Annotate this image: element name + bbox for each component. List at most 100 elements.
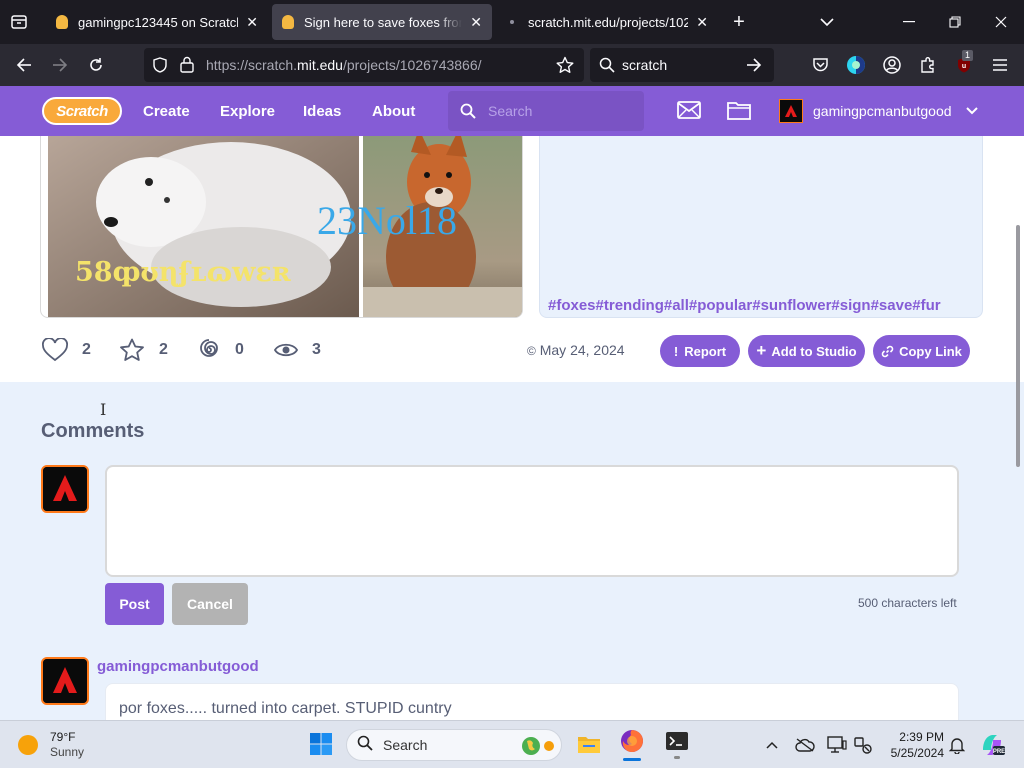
scratch-header: Scratch Create Explore Ideas About Searc… bbox=[0, 86, 1024, 136]
file-explorer-taskbar-icon[interactable] bbox=[576, 731, 602, 757]
firefox-taskbar-icon[interactable] bbox=[618, 727, 646, 763]
clock-date: 5/25/2024 bbox=[890, 746, 944, 760]
tab-overview-icon[interactable] bbox=[8, 11, 30, 33]
search-icon bbox=[599, 57, 615, 78]
close-tab-icon[interactable]: ✕ bbox=[470, 14, 482, 31]
copy-link-label: Copy Link bbox=[899, 343, 962, 359]
project-thumbnail[interactable]: 58ȹʊɳʄʟɷwɛʀ 23Nol18 bbox=[40, 136, 523, 318]
extensions-puzzle-icon[interactable] bbox=[912, 44, 944, 86]
characters-left: 500 characters left bbox=[858, 596, 957, 610]
nav-about-link[interactable]: About bbox=[372, 86, 415, 136]
add-to-studio-label: Add to Studio bbox=[771, 343, 857, 359]
eye-icon bbox=[274, 343, 298, 357]
close-tab-icon[interactable]: ✕ bbox=[696, 14, 708, 31]
weather-widget[interactable]: 79°F Sunny bbox=[18, 729, 84, 761]
browser-search-bar[interactable]: scratch bbox=[590, 48, 774, 82]
cancel-comment-button[interactable]: Cancel bbox=[172, 583, 248, 625]
url-bar[interactable]: https://scratch.mit.edu/projects/1026743… bbox=[144, 48, 584, 82]
forward-arrow-icon[interactable] bbox=[44, 44, 76, 86]
reload-icon[interactable] bbox=[80, 44, 112, 86]
exclamation-icon: ! bbox=[673, 343, 679, 359]
extension-badge: 1 bbox=[962, 50, 974, 61]
post-comment-button[interactable]: Post bbox=[105, 583, 164, 625]
comment-author-avatar[interactable] bbox=[41, 657, 89, 705]
add-to-studio-button[interactable]: + Add to Studio bbox=[748, 335, 865, 367]
network-icon[interactable] bbox=[852, 734, 874, 756]
comment-input[interactable] bbox=[105, 465, 959, 577]
onedrive-offline-icon[interactable] bbox=[794, 734, 816, 756]
search-icon bbox=[460, 103, 476, 124]
new-tab-icon[interactable]: + bbox=[728, 11, 750, 33]
remix-count: 0 bbox=[235, 341, 244, 358]
ublock-extension-icon[interactable]: u 1 bbox=[948, 44, 980, 86]
site-search-input[interactable]: Search bbox=[448, 91, 644, 131]
tab-title: gamingpc123445 on Scratch bbox=[78, 14, 239, 30]
close-tab-icon[interactable]: ✕ bbox=[246, 14, 258, 31]
tab-save-foxes[interactable]: Sign here to save foxes from fur ✕ bbox=[272, 4, 492, 40]
nav-ideas-link[interactable]: Ideas bbox=[303, 86, 341, 136]
url-text[interactable]: https://scratch.mit.edu/projects/1026743… bbox=[206, 57, 482, 73]
my-stuff-folder-icon[interactable] bbox=[727, 100, 751, 125]
taskbar-search[interactable]: Search bbox=[346, 729, 562, 761]
notification-bell-icon[interactable] bbox=[946, 734, 968, 756]
windows-logo-icon bbox=[310, 733, 332, 755]
color-extension-icon[interactable] bbox=[840, 44, 872, 86]
messages-envelope-icon[interactable] bbox=[677, 101, 701, 124]
minimize-window-icon[interactable] bbox=[898, 11, 920, 33]
thumbnail-text-right: 23Nol18 bbox=[317, 198, 457, 243]
back-arrow-icon[interactable] bbox=[8, 44, 40, 86]
chevron-down-icon bbox=[965, 102, 978, 120]
scratch-favicon-icon bbox=[56, 15, 68, 29]
views-stat: 3 bbox=[274, 338, 321, 362]
plus-icon: + bbox=[756, 341, 767, 360]
account-icon[interactable] bbox=[876, 44, 908, 86]
report-button[interactable]: ! Report bbox=[660, 335, 740, 367]
restore-window-icon[interactable] bbox=[944, 11, 966, 33]
pocket-icon[interactable] bbox=[804, 44, 836, 86]
clock-time: 2:39 PM bbox=[899, 730, 944, 744]
current-user-avatar[interactable] bbox=[41, 465, 89, 513]
weather-temp: 79°F bbox=[50, 730, 76, 744]
hamburger-menu-icon[interactable] bbox=[984, 44, 1016, 86]
comments-heading: Comments bbox=[41, 420, 145, 442]
user-avatar bbox=[779, 99, 803, 123]
search-go-arrow-icon[interactable] bbox=[746, 58, 762, 77]
lock-icon[interactable] bbox=[180, 56, 194, 78]
list-all-tabs-icon[interactable] bbox=[816, 11, 838, 33]
sun-icon bbox=[18, 735, 38, 755]
scratch-logo[interactable]: Scratch bbox=[42, 97, 122, 125]
page-scrollbar[interactable] bbox=[1016, 225, 1020, 467]
favorite-stat[interactable]: 2 bbox=[119, 338, 168, 362]
project-info-section: 58ȹʊɳʄʟɷwɛʀ 23Nol18 #foxes#trending#all#… bbox=[0, 136, 1024, 382]
start-button[interactable] bbox=[308, 731, 334, 757]
clock[interactable]: 2:39 PM 5/25/2024 bbox=[880, 727, 944, 763]
description-hashtags[interactable]: #foxes#trending#all#popular#sunflower#si… bbox=[548, 297, 941, 314]
comment-author[interactable]: gamingpcmanbutgood bbox=[97, 658, 259, 675]
username: gamingpcmanbutgood bbox=[813, 103, 952, 119]
love-stat[interactable]: 2 bbox=[42, 338, 91, 362]
nav-explore-link[interactable]: Explore bbox=[220, 86, 275, 136]
display-icon[interactable] bbox=[826, 734, 848, 756]
heart-icon bbox=[42, 338, 68, 362]
site-search-placeholder: Search bbox=[488, 103, 533, 119]
shield-icon[interactable] bbox=[152, 57, 168, 78]
comment-bubble: por foxes..... turned into carpet. STUPI… bbox=[105, 683, 959, 720]
tab-gamingpc-profile[interactable]: gamingpc123445 on Scratch ✕ bbox=[46, 4, 268, 40]
copy-link-button[interactable]: Copy Link bbox=[873, 335, 970, 367]
view-count: 3 bbox=[312, 341, 321, 358]
nav-create-link[interactable]: Create bbox=[143, 86, 190, 136]
active-app-indicator bbox=[623, 758, 641, 761]
search-icon bbox=[357, 735, 373, 756]
terminal-taskbar-icon[interactable] bbox=[664, 729, 690, 761]
project-date-text: May 24, 2024 bbox=[539, 342, 625, 358]
text-cursor-icon: I bbox=[100, 400, 107, 419]
favorite-count: 2 bbox=[159, 341, 168, 358]
browser-tab-bar: gamingpc123445 on Scratch ✕ Sign here to… bbox=[0, 0, 1024, 44]
copilot-icon[interactable]: PRE bbox=[978, 731, 1006, 759]
user-menu[interactable]: gamingpcmanbutgood bbox=[779, 86, 978, 136]
close-window-icon[interactable] bbox=[990, 11, 1012, 33]
weather-condition: Sunny bbox=[50, 745, 85, 759]
chevron-up-icon[interactable] bbox=[762, 735, 782, 755]
bookmark-star-icon[interactable] bbox=[556, 56, 574, 79]
tab-scratch-project[interactable]: scratch.mit.edu/projects/10244 ✕ bbox=[496, 4, 718, 40]
